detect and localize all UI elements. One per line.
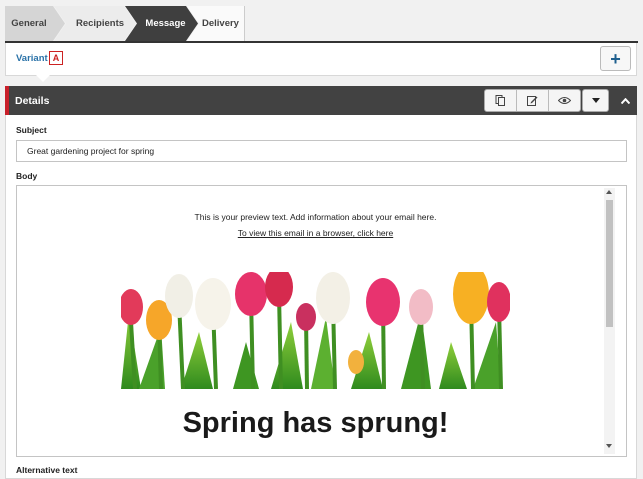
alt-text-label: Alternative text <box>16 465 78 475</box>
step-message-label: Message <box>145 18 186 29</box>
details-content: Subject Body This is your preview text. … <box>5 115 637 479</box>
caret-down-icon <box>591 98 600 103</box>
preview-button[interactable] <box>549 90 580 111</box>
step-recipients-label: Recipients <box>75 18 125 29</box>
add-variant-button[interactable]: + <box>600 46 631 71</box>
edit-icon <box>527 96 538 106</box>
variant-bar: Variant A + <box>5 43 637 76</box>
variant-badge[interactable]: A <box>49 51 63 65</box>
wizard-steps: General Recipients Message Delivery <box>5 6 245 41</box>
step-general[interactable]: General <box>5 6 65 41</box>
copy-button[interactable] <box>485 90 517 111</box>
scroll-thumb[interactable] <box>606 200 613 327</box>
plus-icon: + <box>610 48 621 69</box>
collapse-button[interactable] <box>613 89 637 112</box>
body-scrollbar[interactable] <box>604 188 615 454</box>
subject-label: Subject <box>16 125 47 135</box>
email-preview-text: This is your preview text. Add informati… <box>194 212 437 222</box>
scroll-up-arrow-icon[interactable] <box>606 190 612 194</box>
subject-input[interactable] <box>16 140 627 162</box>
chevron-up-icon <box>620 97 630 104</box>
details-title: Details <box>15 95 50 107</box>
details-toolbar <box>484 89 581 112</box>
details-dropdown-button[interactable] <box>582 89 609 112</box>
details-header: Details <box>5 86 637 115</box>
tulips-banner-image <box>121 272 510 389</box>
scroll-down-arrow-icon[interactable] <box>606 444 612 448</box>
variant-pointer <box>36 75 50 82</box>
copy-icon <box>495 95 505 106</box>
view-in-browser-link[interactable]: To view this email in a browser, click h… <box>17 228 614 238</box>
email-body-editor[interactable]: This is your preview text. Add informati… <box>16 185 627 457</box>
step-recipients[interactable]: Recipients <box>54 6 136 41</box>
email-headline: Spring has sprung! <box>182 407 449 439</box>
step-general-label: General <box>11 18 47 29</box>
step-delivery-label: Delivery <box>202 18 239 29</box>
body-label: Body <box>16 171 38 181</box>
preview-eye-icon <box>558 97 571 104</box>
variant-label[interactable]: Variant <box>16 53 48 64</box>
edit-button[interactable] <box>517 90 549 111</box>
